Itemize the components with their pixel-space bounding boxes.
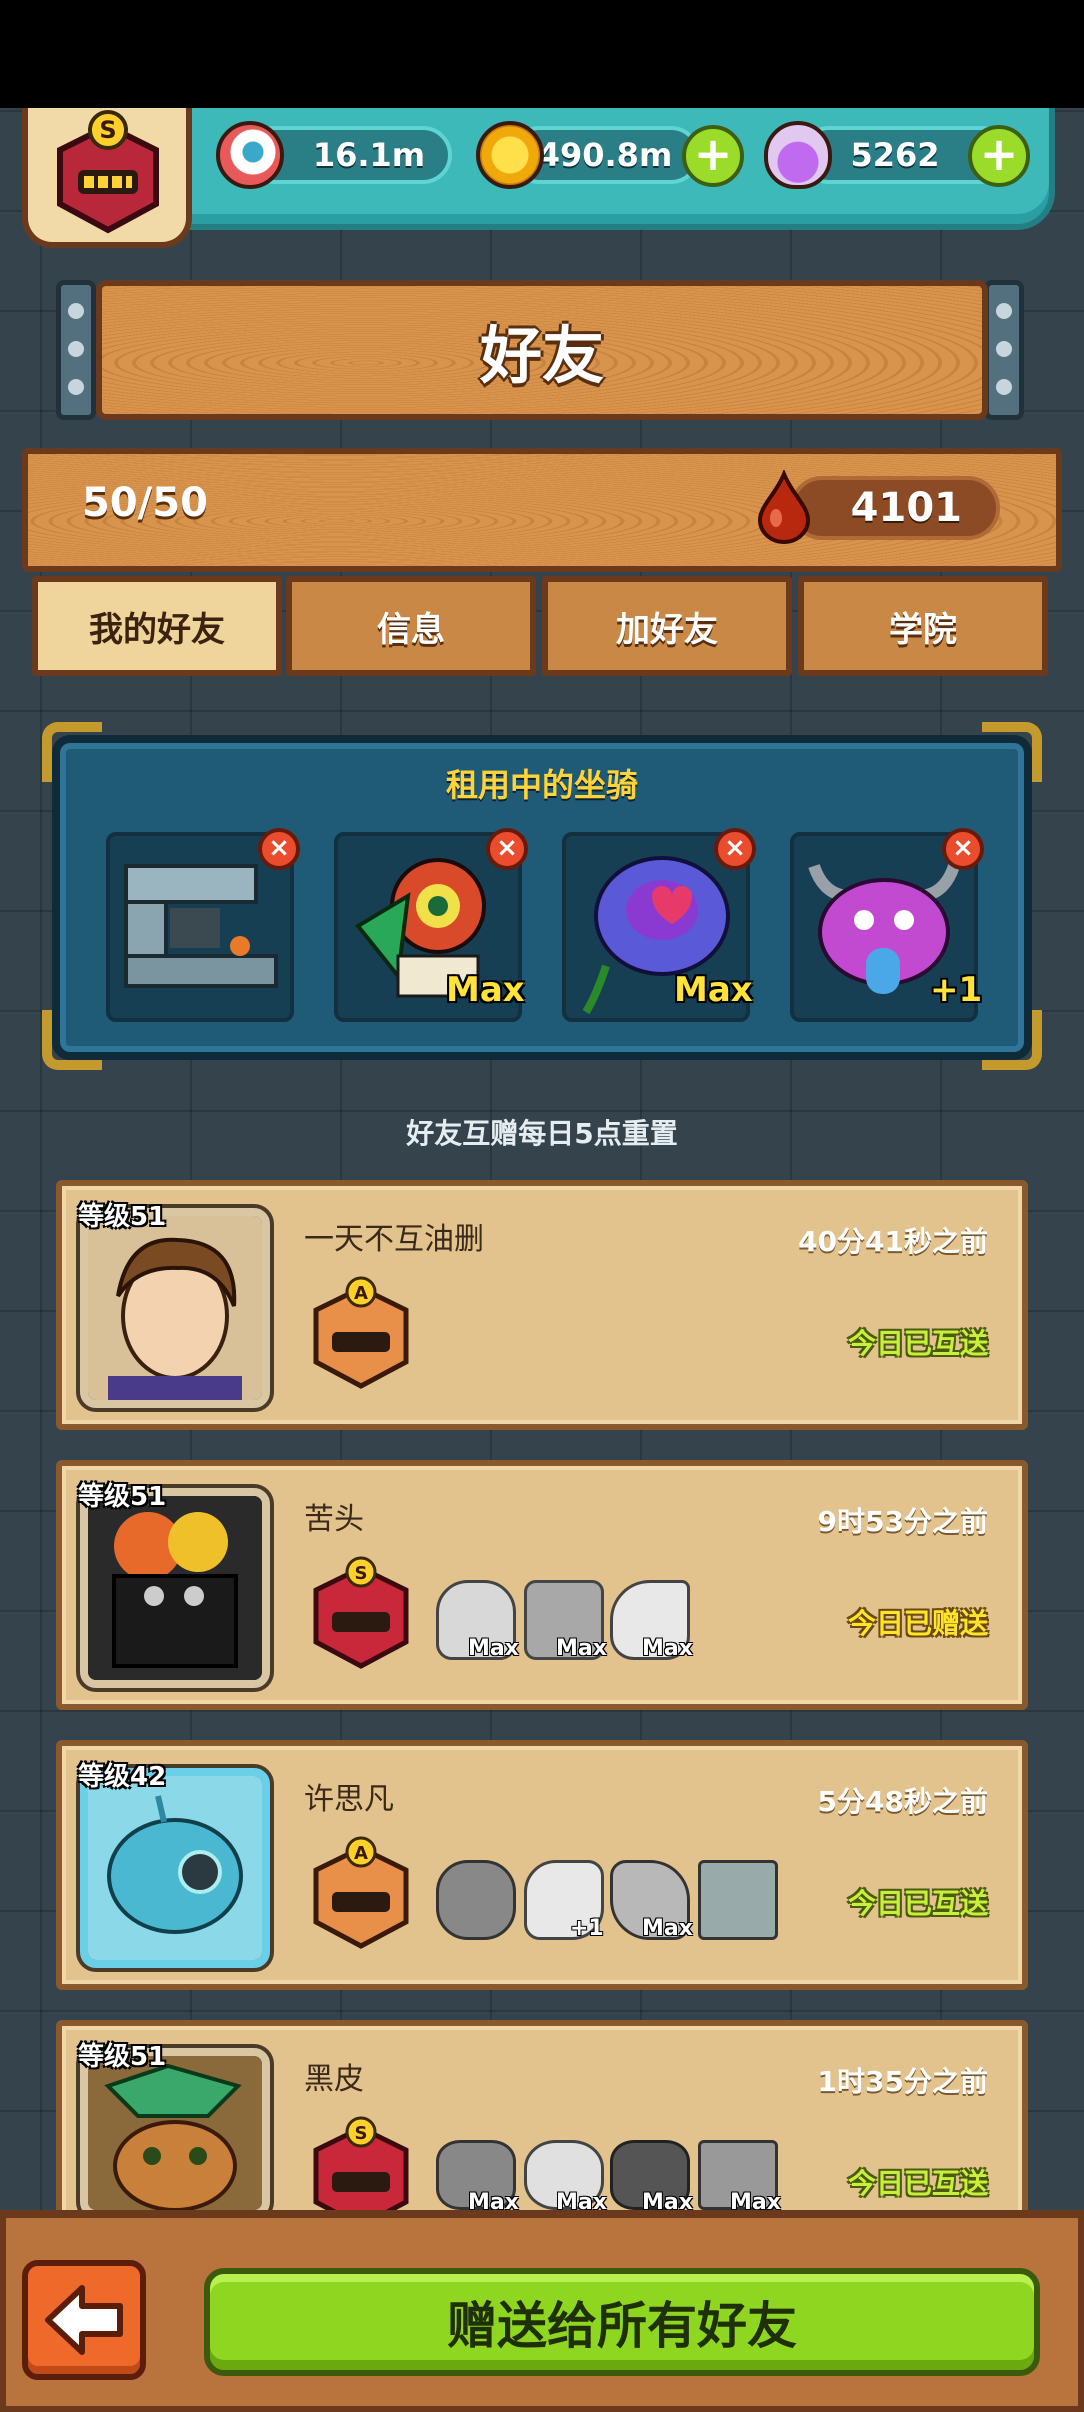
mount-level: Max xyxy=(446,970,525,1010)
friend-name: 许思凡 xyxy=(304,1782,394,1817)
potion-icon xyxy=(764,121,832,189)
send-to-all-friends-button[interactable]: 赠送给所有好友 xyxy=(204,2268,1040,2376)
friend-name: 黑皮 xyxy=(304,2062,364,2097)
avatar-portrait-icon xyxy=(88,1776,262,1960)
last-seen: 1时35分之前 xyxy=(817,2065,988,2098)
friend-rank-letter: S xyxy=(355,1563,368,1584)
gift-status: 今日已互送 xyxy=(847,1327,988,1360)
friend-level: 等级51 xyxy=(78,1202,167,1232)
avatar-portrait-icon xyxy=(88,1496,262,1680)
avatar-portrait-icon xyxy=(88,2056,262,2210)
back-button[interactable] xyxy=(22,2260,146,2380)
eyeball-icon xyxy=(216,121,284,189)
blood-counter: 4101 xyxy=(790,476,1000,540)
mount-level: Max xyxy=(674,970,753,1010)
status-bar xyxy=(0,0,1084,108)
remove-mount-button[interactable]: × xyxy=(486,828,528,870)
blood-value: 4101 xyxy=(850,485,962,531)
add-gold-button[interactable]: + xyxy=(682,125,744,187)
friend-avatar[interactable] xyxy=(80,1488,270,1688)
remove-mount-button[interactable]: × xyxy=(714,828,756,870)
friend-rank-letter: A xyxy=(354,1283,368,1304)
avatar-portrait-icon xyxy=(88,1216,262,1400)
mount-level: +1 xyxy=(930,970,983,1010)
blood-drop-icon xyxy=(757,470,811,544)
rank-s-icon: S xyxy=(313,2116,409,2214)
last-seen: 5分48秒之前 xyxy=(817,1785,988,1818)
friend-avatar[interactable] xyxy=(80,1768,270,1968)
tab-my-friends[interactable]: 我的好友 xyxy=(32,576,282,676)
rank-a-icon: A xyxy=(313,1276,409,1389)
rented-mounts-title: 租用中的坐骑 xyxy=(445,766,638,804)
friend-rank-letter: A xyxy=(354,1843,368,1864)
gift-status: 今日已互送 xyxy=(847,1887,988,1920)
reset-note: 好友互赠每日5点重置 xyxy=(406,1117,678,1150)
tab-messages[interactable]: 信息 xyxy=(286,576,536,676)
tab-label: 加好友 xyxy=(616,609,718,650)
tab-label: 学院 xyxy=(889,609,957,650)
friend-name: 苦头 xyxy=(304,1502,364,1537)
friend-level: 等级42 xyxy=(78,1762,167,1792)
page-title: 好友 xyxy=(479,319,604,392)
mount-thumb-icon xyxy=(698,1860,778,1940)
add-potion-button[interactable]: + xyxy=(968,125,1030,187)
friend-avatar[interactable] xyxy=(80,2048,270,2218)
mount-thumb-icon xyxy=(436,1860,516,1940)
friend-count: 50/50 xyxy=(82,480,208,526)
potion-value: 5262 xyxy=(850,136,940,174)
tab-label: 我的好友 xyxy=(89,609,225,650)
tab-label: 信息 xyxy=(377,609,445,650)
remove-mount-button[interactable]: × xyxy=(942,828,984,870)
last-seen: 40分41秒之前 xyxy=(798,1225,988,1258)
panel-corner xyxy=(42,1010,102,1070)
gift-status: 今日已互送 xyxy=(847,2167,988,2200)
rank-a-icon: A xyxy=(313,1836,409,1949)
friend-avatar[interactable] xyxy=(80,1208,270,1408)
friend-name: 一天不互油删 xyxy=(304,1222,484,1257)
gold-value: 490.8m xyxy=(537,136,673,174)
friend-rank-letter: S xyxy=(355,2123,368,2144)
mount-thumb-level: Max xyxy=(642,1916,693,1941)
rank-s-icon: S xyxy=(57,110,159,234)
mount-thumb-level: Max xyxy=(642,1636,693,1661)
tab-add-friend[interactable]: 加好友 xyxy=(542,576,792,676)
remove-mount-button[interactable]: × xyxy=(258,828,300,870)
last-seen: 9时53分之前 xyxy=(817,1505,988,1538)
friend-level: 等级51 xyxy=(78,1482,167,1512)
rank-letter: S xyxy=(99,116,116,144)
gold-coin-icon xyxy=(476,121,544,189)
friend-level: 等级51 xyxy=(78,2042,167,2072)
send-all-label: 赠送给所有好友 xyxy=(447,2297,797,2355)
rank-s-icon: S xyxy=(313,1556,409,1669)
mount-thumb-level: +1 xyxy=(570,1916,604,1941)
arrow-left-icon xyxy=(45,2285,123,2355)
gift-status: 今日已赠送 xyxy=(847,1607,988,1640)
mount-thumb-level: Max xyxy=(556,1636,607,1661)
eyeball-value: 16.1m xyxy=(312,136,426,174)
tab-academy[interactable]: 学院 xyxy=(798,576,1048,676)
panel-corner xyxy=(982,1010,1042,1070)
mount-thumb-level: Max xyxy=(468,1636,519,1661)
